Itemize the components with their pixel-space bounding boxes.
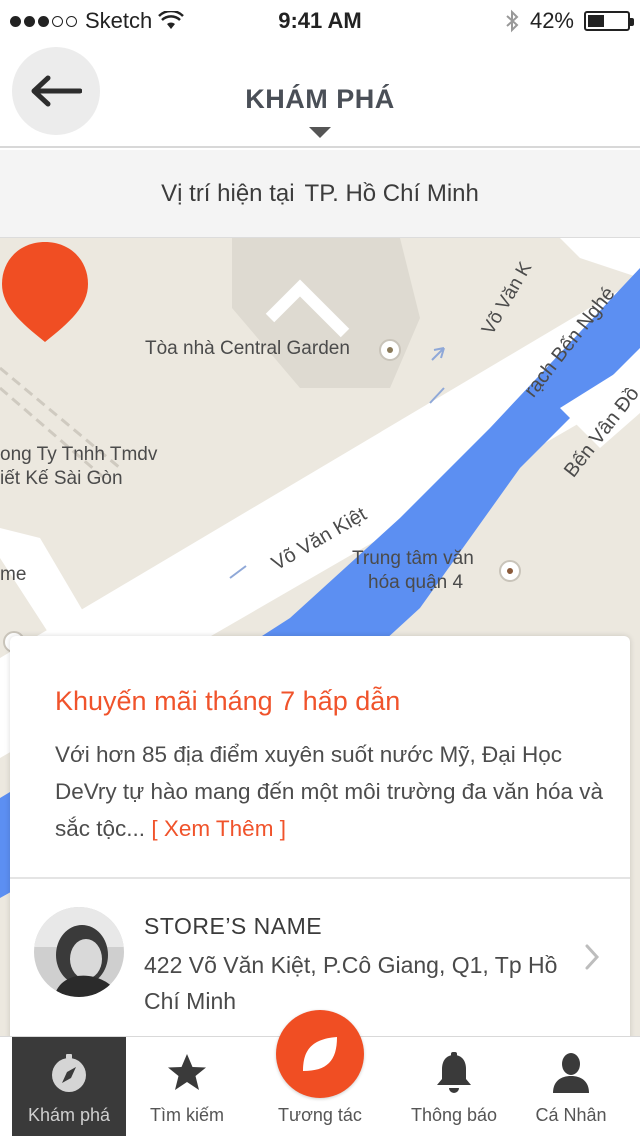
info-card: Khuyến mãi tháng 7 hấp dẫn Với hơn 85 đị…	[10, 636, 630, 1056]
map-label-company-line2: iết Kế Sài Gòn	[0, 468, 123, 489]
compass-icon	[47, 1051, 91, 1095]
leaf-icon	[303, 1037, 337, 1071]
map-label-trung-tam-line2: hóa quận 4	[368, 572, 464, 593]
tab-label: Tìm kiếm	[150, 1105, 224, 1125]
map-label-central-garden: Tòa nhà Central Garden	[145, 338, 350, 359]
tab-kham-pha[interactable]: Khám phá	[12, 1037, 126, 1136]
tab-thong-bao[interactable]: Thông báo	[394, 1037, 514, 1136]
location-city: TP. Hồ Chí Minh	[304, 179, 479, 207]
page-title[interactable]: KHÁM PHÁ	[0, 84, 640, 115]
promo-section[interactable]: Khuyến mãi tháng 7 hấp dẫn Với hơn 85 đị…	[10, 636, 630, 876]
map-label-company-line1: ong Ty Tnhh Tmdv	[0, 444, 158, 465]
tab-tim-kiem[interactable]: Tìm kiếm	[128, 1037, 246, 1136]
store-avatar	[34, 907, 124, 997]
map-label-trung-tam-line1: Trung tâm văn	[352, 548, 474, 569]
star-icon	[165, 1051, 209, 1095]
status-right: 42%	[504, 8, 634, 34]
tab-label: Thông báo	[410, 1105, 498, 1125]
person-icon	[549, 1051, 593, 1095]
tab-ca-nhan[interactable]: Cá Nhân	[516, 1037, 626, 1136]
see-more-link[interactable]: [ Xem Thêm ]	[151, 816, 286, 841]
bell-icon	[432, 1051, 476, 1095]
caret-down-icon[interactable]	[309, 127, 331, 138]
map-pin-icon[interactable]	[0, 238, 90, 358]
current-location-bar[interactable]: Vị trí hiện tại TP. Hồ Chí Minh	[0, 150, 640, 238]
map-road	[560, 238, 640, 278]
tab-label: Tương tác	[278, 1105, 362, 1125]
chevron-right-icon	[585, 944, 600, 970]
promo-text: Với hơn 85 địa điểm xuyên suốt nước Mỹ, …	[55, 742, 604, 841]
battery-percent: 42%	[529, 8, 574, 33]
header: KHÁM PHÁ	[0, 40, 640, 148]
battery-icon	[584, 11, 634, 31]
status-bar: Sketch 9:41 AM 42%	[0, 0, 640, 40]
promo-body: Với hơn 85 địa điểm xuyên suốt nước Mỹ, …	[55, 736, 615, 847]
map-label-me: me	[0, 564, 27, 585]
store-name: STORE’S NAME	[144, 913, 323, 939]
interact-button[interactable]	[276, 1010, 364, 1098]
tab-label: Khám phá	[27, 1105, 111, 1125]
store-address: 422 Võ Văn Kiệt, P.Cô Giang, Q1, Tp Hồ C…	[144, 952, 558, 1014]
battery-level	[588, 15, 604, 27]
promo-title: Khuyến mãi tháng 7 hấp dẫn	[55, 686, 401, 716]
tab-label: Cá Nhân	[535, 1105, 607, 1125]
location-label: Vị trí hiện tại	[161, 179, 295, 207]
bluetooth-icon	[506, 9, 519, 33]
